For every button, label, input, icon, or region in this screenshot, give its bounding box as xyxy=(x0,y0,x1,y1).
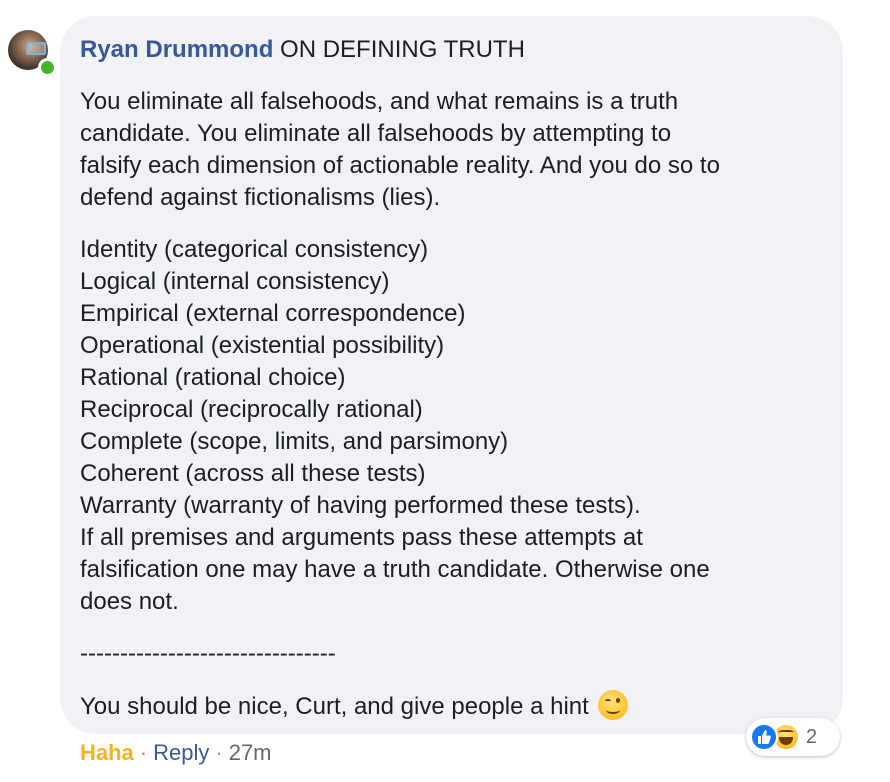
comment-actions: Haha · Reply · 27m xyxy=(80,738,272,768)
tests-list: Identity (categorical consistency) Logic… xyxy=(80,234,823,618)
list-item: Empirical (external correspondence) xyxy=(80,300,466,327)
haha-reaction-link[interactable]: Haha xyxy=(80,740,134,765)
text-line: You eliminate all falsehoods, and what r… xyxy=(80,88,679,115)
like-icon xyxy=(750,723,778,751)
timestamp-link[interactable]: 27m xyxy=(229,740,272,765)
text-line: candidate. You eliminate all falsehoods … xyxy=(80,120,672,147)
list-item: Operational (existential possibility) xyxy=(80,332,445,359)
separator: · xyxy=(215,740,223,765)
comment-header: Ryan Drummond ON DEFINING TRUTH xyxy=(80,34,823,66)
reply-link[interactable]: Reply xyxy=(153,740,209,765)
closing-text: You should be nice, Curt, and give peopl… xyxy=(80,693,589,720)
closing-line: You should be nice, Curt, and give peopl… xyxy=(80,690,823,723)
list-item: Logical (internal consistency) xyxy=(80,268,390,295)
text-line: does not. xyxy=(80,588,179,615)
text-line: If all premises and arguments pass these… xyxy=(80,524,643,551)
online-status-icon xyxy=(38,58,57,77)
list-item: Coherent (across all these tests) xyxy=(80,460,426,487)
list-item: Complete (scope, limits, and parsimony) xyxy=(80,428,509,455)
reaction-count: 2 xyxy=(806,725,818,748)
avatar[interactable] xyxy=(8,30,57,77)
text-line: defend against fictionalisms (lies). xyxy=(80,184,441,211)
reactions-summary[interactable]: 2 xyxy=(746,718,840,756)
separator: · xyxy=(139,740,148,765)
list-item: Warranty (warranty of having performed t… xyxy=(80,492,641,519)
list-item: Reciprocal (reciprocally rational) xyxy=(80,396,423,423)
text-line: falsification one may have a truth candi… xyxy=(80,556,710,583)
text-divider: -------------------------------- xyxy=(80,640,336,667)
wink-emoji-icon xyxy=(597,690,628,720)
list-item: Rational (rational choice) xyxy=(80,364,346,391)
comment-bubble: Ryan Drummond ON DEFINING TRUTH You elim… xyxy=(60,16,843,734)
intro-paragraph: You eliminate all falsehoods, and what r… xyxy=(80,86,823,214)
comment: Ryan Drummond ON DEFINING TRUTH You elim… xyxy=(0,0,890,782)
list-item: Identity (categorical consistency) xyxy=(80,236,429,263)
comment-title: ON DEFINING TRUTH xyxy=(280,36,525,63)
avatar-glasses xyxy=(26,42,46,55)
text-line: falsify each dimension of actionable rea… xyxy=(80,152,720,179)
author-name[interactable]: Ryan Drummond xyxy=(80,36,273,63)
